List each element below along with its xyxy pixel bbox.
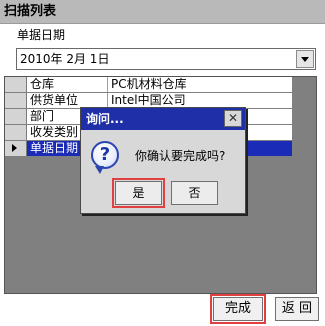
grid-cell-value[interactable]: PC机材料仓库 [108,77,292,92]
date-field-label: 单据日期 [17,28,66,42]
dialog-title: 询问... [81,108,245,130]
grid-row-supplier[interactable]: 供货单位 Intel中国公司 [5,93,292,108]
back-button[interactable]: 返 回 [275,297,319,321]
grid-cell-value[interactable]: Intel中国公司 [108,93,292,108]
current-row-arrow-icon [12,144,17,152]
no-button[interactable]: 否 [171,181,218,205]
grid-cell-key: 供货单位 [27,93,108,108]
yes-button[interactable]: 是 [112,178,165,208]
row-indicator [5,141,27,156]
finish-button[interactable]: 完成 [210,294,266,324]
row-indicator [5,109,27,124]
grid-cell-key: 仓库 [27,77,108,92]
confirm-dialog: 询问... ✕ ? 你确认要完成吗? 是 否 [80,107,246,214]
window-title: 扫描列表 [0,0,325,24]
row-indicator [5,93,27,108]
close-icon[interactable]: ✕ [224,110,242,127]
dialog-message: 你确认要完成吗? [135,149,226,163]
date-picker[interactable]: 2010年 2月 1日 [16,48,316,70]
row-indicator [5,125,27,140]
grid-row-warehouse[interactable]: 仓库 PC机材料仓库 [5,77,292,92]
date-picker-value: 2010年 2月 1日 [20,52,110,66]
question-icon: ? [91,141,119,174]
chevron-down-icon[interactable] [296,50,314,68]
row-indicator [5,77,27,92]
